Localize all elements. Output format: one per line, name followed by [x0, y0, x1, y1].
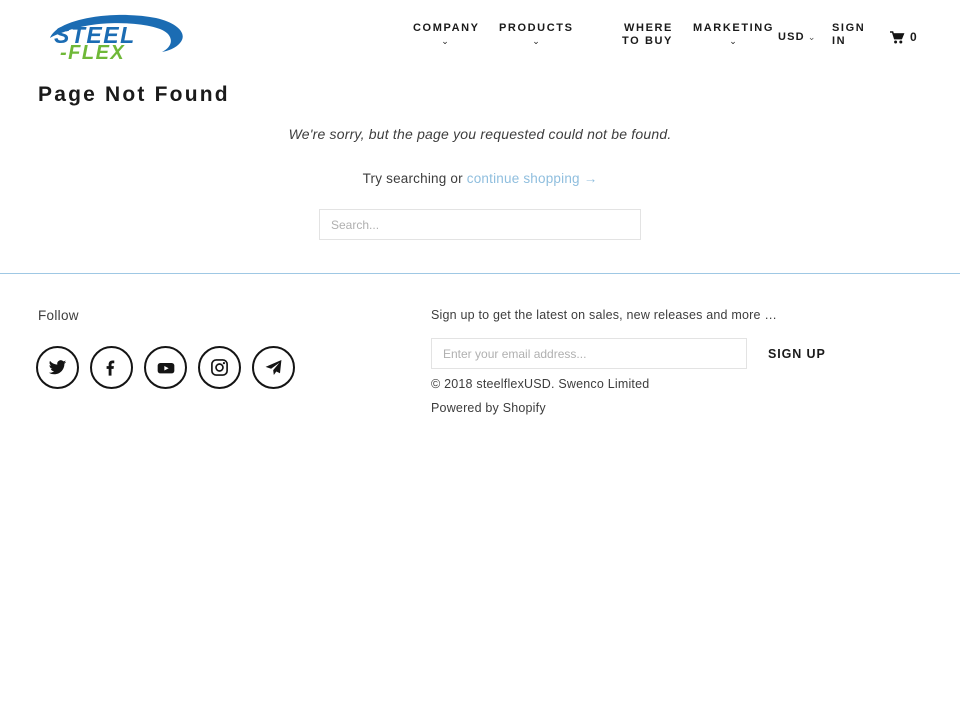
nav-label-company: COMPANY — [413, 22, 480, 34]
search-form — [0, 186, 960, 240]
try-searching-line: Try searching or continue shopping → — [0, 144, 960, 186]
youtube-icon — [157, 362, 174, 373]
sign-in-label: SIGN IN — [832, 22, 866, 47]
nav-label-marketing: MARKETING — [693, 22, 775, 34]
cart-item-count: 0 — [910, 30, 918, 44]
svg-text:-FLEX: -FLEX — [60, 42, 125, 62]
social-links — [36, 346, 295, 389]
shopping-cart-icon — [890, 30, 905, 43]
site-logo[interactable]: STEEL -FLEX — [38, 10, 194, 62]
social-link-instagram[interactable] — [198, 346, 241, 389]
nav-label-where-to-buy: WHERE TO BUY — [622, 22, 673, 47]
shopify-link[interactable]: Shopify — [503, 401, 546, 415]
not-found-content: We're sorry, but the page you requested … — [0, 124, 960, 240]
footer-legal: © 2018 steelflexUSD. Swenco Limited Powe… — [431, 377, 649, 425]
powered-by-prefix: Powered by — [431, 401, 503, 415]
try-searching-prefix: Try searching or — [362, 171, 467, 186]
main-navigation: COMPANY ⌄ PRODUCTS ⌄ WHERE TO BUY MARKET… — [405, 16, 935, 60]
continue-shopping-link[interactable]: continue shopping → — [467, 171, 598, 186]
instagram-icon — [211, 359, 228, 376]
currency-label: USD — [778, 31, 805, 43]
copyright-text: © 2018 steelflexUSD. Swenco Limited — [431, 377, 650, 391]
currency-selector[interactable]: USD ⌄ — [778, 31, 826, 44]
email-input[interactable] — [431, 338, 747, 369]
social-link-twitter[interactable] — [36, 346, 79, 389]
newsletter-heading: Sign up to get the latest on sales, new … — [431, 308, 778, 322]
nav-item-company[interactable]: COMPANY ⌄ — [413, 22, 480, 46]
search-input[interactable] — [319, 209, 641, 240]
facebook-icon — [106, 360, 115, 376]
page-title: Page Not Found — [38, 83, 230, 106]
chevron-down-icon: ⌄ — [807, 32, 816, 42]
social-link-facebook[interactable] — [90, 346, 133, 389]
social-link-youtube[interactable] — [144, 346, 187, 389]
site-header: STEEL -FLEX COMPANY ⌄ PRODUCTS ⌄ WHERE T… — [0, 0, 960, 72]
sign-up-button[interactable]: SIGN UP — [768, 347, 826, 361]
nav-item-marketing[interactable]: MARKETING ⌄ — [693, 22, 773, 46]
chevron-down-icon: ⌄ — [729, 36, 737, 46]
sorry-message: We're sorry, but the page you requested … — [288, 126, 672, 142]
social-link-email[interactable] — [252, 346, 295, 389]
nav-item-where-to-buy[interactable]: WHERE TO BUY — [603, 22, 673, 48]
newsletter-form: SIGN UP — [431, 338, 831, 369]
twitter-icon — [48, 360, 67, 375]
sign-in-link[interactable]: SIGN IN — [832, 22, 866, 48]
follow-heading: Follow — [38, 308, 79, 323]
cart-link[interactable]: 0 — [890, 30, 917, 44]
nav-label-products: PRODUCTS — [499, 22, 574, 34]
email-icon — [265, 359, 282, 376]
steel-flex-logo-svg: STEEL -FLEX — [50, 14, 183, 62]
chevron-down-icon: ⌄ — [532, 36, 540, 46]
nav-item-products[interactable]: PRODUCTS ⌄ — [499, 22, 573, 46]
newsletter-signup: Sign up to get the latest on sales, new … — [431, 307, 831, 369]
site-footer: Follow Sign up to get the latest on sale… — [0, 274, 960, 454]
chevron-down-icon: ⌄ — [441, 36, 449, 46]
powered-by-line: Powered by Shopify — [431, 401, 649, 415]
